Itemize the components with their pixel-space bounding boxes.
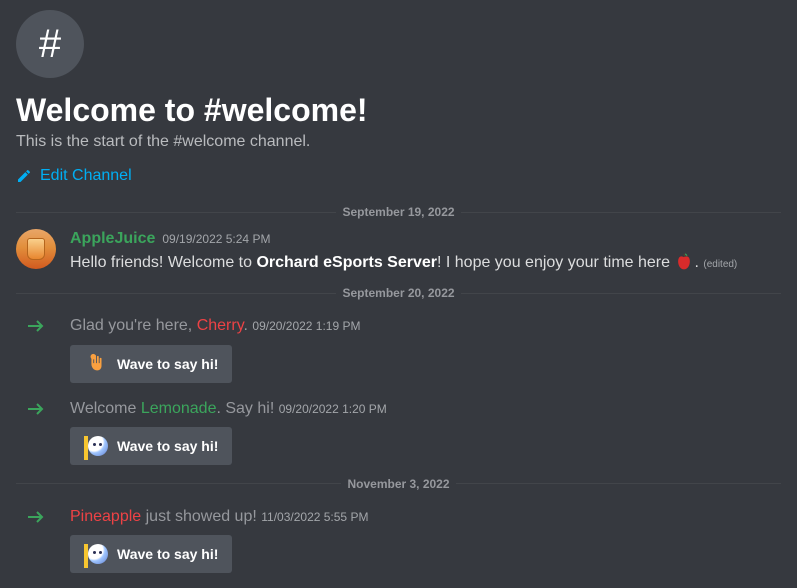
message-timestamp: 11/03/2022 5:55 PM [261, 510, 368, 524]
page-title: Welcome to #welcome! [16, 92, 781, 129]
date-divider: September 20, 2022 [16, 286, 781, 300]
wave-button[interactable]: Wave to say hi! [70, 345, 232, 383]
join-message: Glad you're here, Cherry. 09/20/2022 1:1… [16, 314, 781, 382]
member-name[interactable]: Cherry [197, 317, 244, 334]
arrow-join-icon [16, 314, 56, 382]
wave-button-label: Wave to say hi! [117, 546, 218, 562]
wave-button-label: Wave to say hi! [117, 438, 218, 454]
date-divider: September 19, 2022 [16, 205, 781, 219]
avatar[interactable] [16, 229, 56, 269]
divider-label: September 20, 2022 [336, 286, 460, 300]
message-timestamp: 09/19/2022 5:24 PM [162, 232, 270, 246]
message-timestamp: 09/20/2022 1:19 PM [252, 319, 360, 333]
wave-button[interactable]: Wave to say hi! [70, 535, 232, 573]
message-content: Hello friends! Welcome to Orchard eSport… [70, 251, 781, 274]
hash-icon: # [16, 10, 84, 78]
wave-sticker-icon [84, 434, 108, 458]
member-name[interactable]: Lemonade [141, 400, 217, 417]
wave-sticker-icon [84, 542, 108, 566]
edit-channel-label: Edit Channel [40, 167, 132, 185]
page-subtitle: This is the start of the #welcome channe… [16, 133, 781, 151]
join-message: Pineapple just showed up! 11/03/2022 5:5… [16, 505, 781, 573]
date-divider: November 3, 2022 [16, 477, 781, 491]
join-message: Welcome Lemonade. Say hi! 09/20/2022 1:2… [16, 397, 781, 465]
channel-start-block: # Welcome to #welcome! This is the start… [16, 10, 781, 189]
wave-button[interactable]: Wave to say hi! [70, 427, 232, 465]
message-timestamp: 09/20/2022 1:20 PM [279, 402, 387, 416]
pencil-icon [16, 168, 32, 184]
apple-emoji [674, 251, 694, 271]
member-name[interactable]: Pineapple [70, 508, 141, 525]
author-name[interactable]: AppleJuice [70, 229, 155, 250]
wave-button-label: Wave to say hi! [117, 356, 218, 372]
wave-hand-icon [84, 352, 108, 376]
divider-label: November 3, 2022 [341, 477, 455, 491]
arrow-join-icon [16, 397, 56, 465]
arrow-join-icon [16, 505, 56, 573]
edited-label: (edited) [703, 259, 737, 270]
edit-channel-button[interactable]: Edit Channel [16, 167, 132, 185]
divider-label: September 19, 2022 [336, 205, 460, 219]
message: AppleJuice 09/19/2022 5:24 PM Hello frie… [16, 229, 781, 274]
